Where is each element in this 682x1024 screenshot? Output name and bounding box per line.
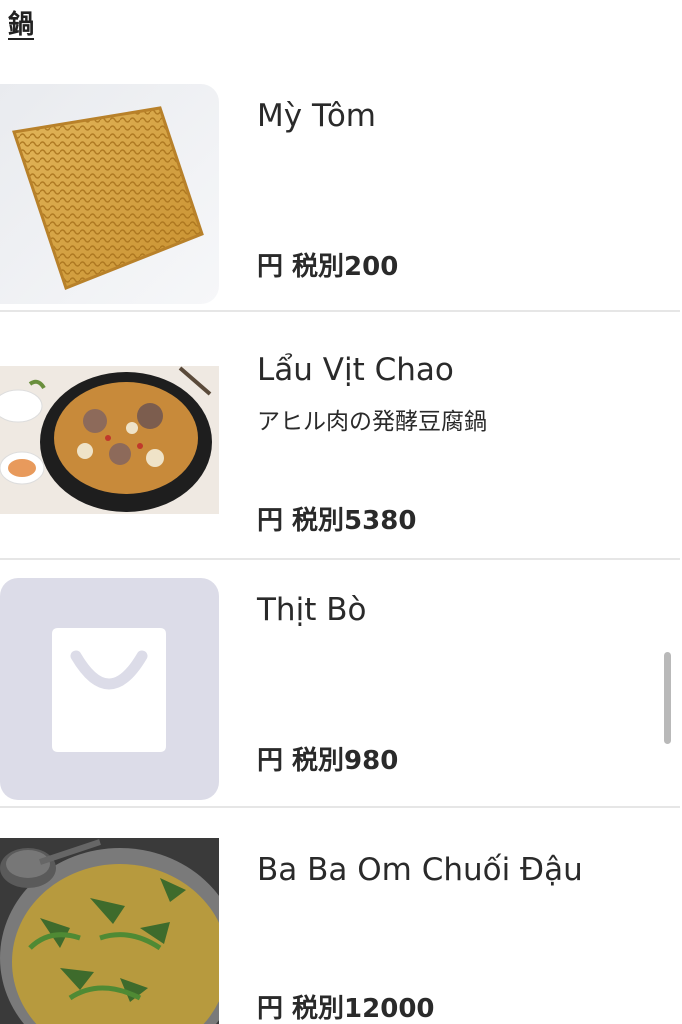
item-image[interactable]	[0, 838, 219, 1024]
item-name: Lẩu Vịt Chao	[257, 352, 454, 388]
item-price: 円 税別200	[257, 252, 399, 282]
divider	[0, 310, 680, 312]
menu-item[interactable]: Thịt Bò 円 税別980	[0, 578, 682, 826]
stew-image	[0, 838, 219, 1024]
noodle-image	[0, 84, 219, 304]
menu-item[interactable]: Mỳ Tôm 円 税別200	[0, 84, 682, 332]
shopping-bag-icon	[52, 628, 166, 752]
menu-item[interactable]: Lẩu Vịt Chao アヒル肉の発酵豆腐鍋 円 税別5380	[0, 338, 682, 586]
item-image[interactable]	[0, 578, 219, 800]
menu-item[interactable]: Ba Ba Om Chuối Đậu 円 税別12000	[0, 838, 682, 1024]
hotpot-image	[0, 366, 219, 514]
item-description: アヒル肉の発酵豆腐鍋	[257, 409, 487, 435]
item-name: Mỳ Tôm	[257, 98, 376, 134]
item-price: 円 税別12000	[257, 994, 435, 1024]
item-name: Thịt Bò	[257, 592, 367, 628]
section-title: 鍋	[8, 10, 35, 40]
scrollbar[interactable]	[664, 652, 671, 744]
item-price: 円 税別980	[257, 746, 399, 776]
item-image[interactable]	[0, 84, 219, 304]
divider	[0, 806, 680, 808]
divider	[0, 558, 680, 560]
item-name: Ba Ba Om Chuối Đậu	[257, 852, 583, 888]
item-price: 円 税別5380	[257, 506, 417, 536]
item-image[interactable]	[0, 366, 219, 514]
